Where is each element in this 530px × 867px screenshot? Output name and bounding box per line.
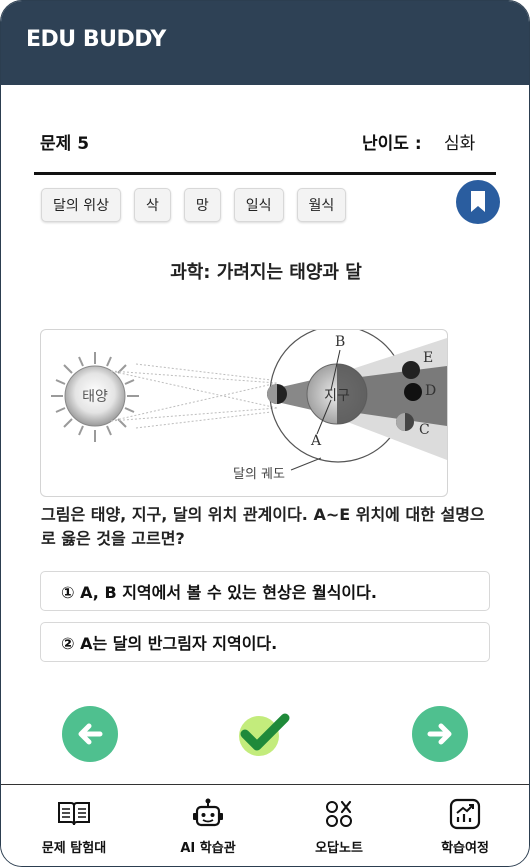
option-1-label: ① A, B 지역에서 볼 수 있는 현상은 월식이다. bbox=[61, 583, 377, 602]
question-number: 문제 5 bbox=[40, 134, 90, 154]
tag-solar-eclipse[interactable]: 일식 bbox=[233, 188, 284, 222]
tab-problem-explorer[interactable]: 문제 탐험대 bbox=[19, 785, 129, 865]
app-title: EDU BUDDY bbox=[26, 27, 166, 52]
tab-wrong-answer-notes[interactable]: 오답노트 bbox=[284, 785, 394, 865]
tab-learning-journey[interactable]: 학습여정 bbox=[410, 785, 520, 865]
tab-label: 문제 탐험대 bbox=[41, 841, 107, 856]
position-c-label: C bbox=[419, 422, 430, 438]
moon-d bbox=[404, 383, 422, 401]
orbit-label: 달의 궤도 bbox=[233, 467, 285, 482]
bookmark-button[interactable] bbox=[456, 180, 500, 224]
tag-lunar-eclipse[interactable]: 월식 bbox=[296, 188, 347, 222]
chart-up-icon bbox=[447, 797, 483, 831]
book-icon bbox=[56, 797, 92, 831]
tag-list: 달의 위상 삭 망 일식 월식 bbox=[41, 188, 347, 222]
robot-icon bbox=[190, 797, 226, 831]
question-text: 그림은 태양, 지구, 달의 위치 관계이다. A~E 위치에 대한 설명으로 … bbox=[41, 505, 485, 548]
tab-label: AI 학습관 bbox=[180, 841, 236, 856]
arrow-left-icon bbox=[78, 723, 103, 745]
eclipse-diagram-svg: 태양 지구 B E D C A 달의 궤도 bbox=[51, 330, 447, 482]
position-a-label: A bbox=[310, 433, 322, 449]
bottom-tab-bar: 문제 탐험대 AI 학습관 오답노트 학습여정 bbox=[1, 784, 529, 866]
difficulty-value: 심화 bbox=[444, 134, 476, 154]
position-b-label: B bbox=[335, 334, 345, 350]
tab-ai-learning[interactable]: AI 학습관 bbox=[153, 785, 263, 865]
eclipse-diagram: 태양 지구 B E D C A 달의 궤도 bbox=[40, 329, 448, 497]
tag-new-moon[interactable]: 삭 bbox=[133, 188, 171, 222]
difficulty-label: 난이도 : bbox=[362, 134, 422, 154]
subject-title: 과학: 가려지는 태양과 달 bbox=[170, 262, 362, 283]
app-header: EDU BUDDY bbox=[1, 1, 529, 85]
position-e-label: E bbox=[423, 350, 433, 366]
question-header: 문제 5 난이도 : 심화 bbox=[34, 129, 496, 154]
tag-moon-phase[interactable]: 달의 위상 bbox=[41, 188, 121, 222]
tag-full-moon[interactable]: 망 bbox=[183, 188, 221, 222]
moon-e bbox=[402, 361, 420, 379]
next-button[interactable] bbox=[412, 706, 468, 762]
header-divider bbox=[34, 172, 496, 175]
submit-check-button[interactable] bbox=[237, 708, 293, 758]
app-frame: EDU BUDDY 문제 5 난이도 : 심화 달의 위상 삭 망 일식 월식 … bbox=[0, 0, 530, 867]
tab-label: 오답노트 bbox=[315, 841, 363, 856]
checkmark-icon bbox=[239, 713, 290, 756]
earth-label: 지구 bbox=[324, 388, 350, 404]
arrow-right-icon bbox=[427, 723, 452, 745]
option-2[interactable]: ② A는 달의 반그림자 지역이다. bbox=[40, 622, 490, 662]
prev-button[interactable] bbox=[62, 706, 118, 762]
bookmark-icon bbox=[471, 191, 485, 212]
circles-x-icon bbox=[321, 797, 357, 831]
option-1[interactable]: ① A, B 지역에서 볼 수 있는 현상은 월식이다. bbox=[40, 571, 490, 611]
sun-label: 태양 bbox=[82, 389, 108, 405]
position-d-label: D bbox=[425, 383, 436, 399]
tab-label: 학습여정 bbox=[441, 841, 489, 856]
option-2-label: ② A는 달의 반그림자 지역이다. bbox=[61, 634, 278, 653]
